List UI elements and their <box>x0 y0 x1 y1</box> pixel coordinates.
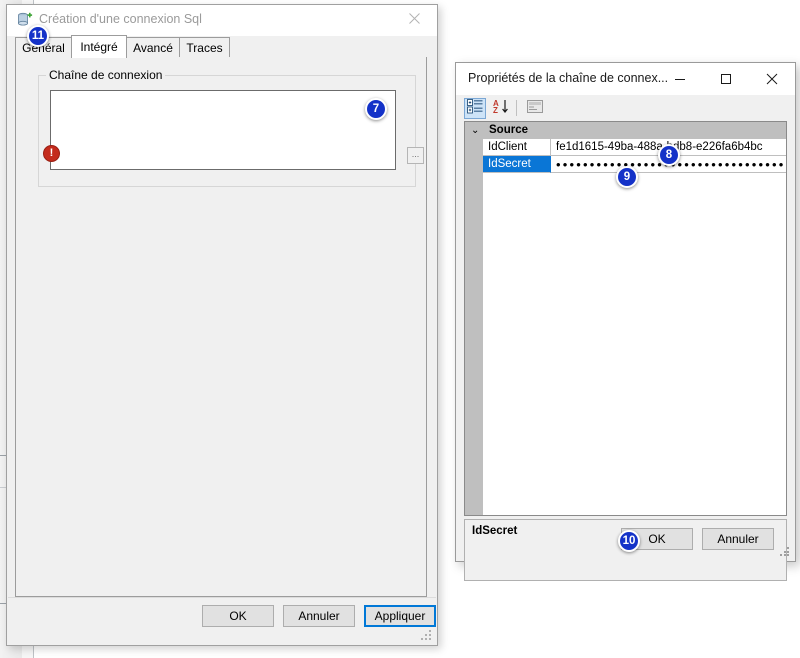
main-dialog-titlebar[interactable]: Création d'une connexion Sql <box>7 5 437 36</box>
property-pages-button[interactable] <box>524 98 546 119</box>
props-dialog-titlebar[interactable]: Propriétés de la chaîne de connex... <box>456 63 795 95</box>
tab-traces-label: Traces <box>186 40 223 55</box>
props-dialog-title: Propriétés de la chaîne de connex... <box>468 71 669 85</box>
toolbar-separator <box>516 100 517 116</box>
property-pages-icon <box>527 99 543 118</box>
main-dialog-close-button[interactable] <box>392 5 437 34</box>
props-minimize-button[interactable] <box>657 63 703 94</box>
tab-avance[interactable]: Avancé <box>126 37 180 57</box>
tab-panel-integre: Chaîne de connexion ! ... <box>15 57 427 597</box>
database-add-icon <box>17 12 33 28</box>
step-badge-9: 9 <box>616 166 638 188</box>
step-badge-7: 7 <box>365 98 387 120</box>
step-badge-8: 8 <box>658 144 680 166</box>
props-dialog-resize-grip[interactable] <box>780 547 790 557</box>
main-dialog-title: Création d'une connexion Sql <box>39 12 202 26</box>
main-footer-divider <box>8 597 436 598</box>
minimize-icon <box>674 73 686 85</box>
svg-text:Z: Z <box>493 106 498 114</box>
main-cancel-button[interactable]: Annuler <box>283 605 355 627</box>
main-apply-button[interactable]: Appliquer <box>364 605 436 627</box>
step-badge-11: 11 <box>27 25 49 47</box>
property-category-label: Source <box>489 124 528 136</box>
props-maximize-button[interactable] <box>703 63 749 94</box>
main-dialog-resize-grip[interactable] <box>421 630 432 641</box>
main-ok-button[interactable]: OK <box>202 605 274 627</box>
error-exclamation-icon: ! <box>43 145 60 162</box>
property-description-title: IdSecret <box>472 525 518 537</box>
props-cancel-button[interactable]: Annuler <box>702 528 774 550</box>
alphabetical-sort-button[interactable]: A Z <box>490 98 512 119</box>
chevron-down-icon[interactable]: ⌄ <box>471 125 479 136</box>
main-dialog-tabstrip: Général Intégré Avancé Traces <box>15 35 429 58</box>
screen-root: Création d'une connexion Sql Général Int… <box>0 0 800 658</box>
categorized-view-icon <box>467 98 483 119</box>
tab-integre[interactable]: Intégré <box>71 35 127 58</box>
connection-string-properties-dialog: Propriétés de la chaîne de connex... A Z… <box>455 62 796 581</box>
connection-string-group-label: Chaîne de connexion <box>46 68 166 82</box>
close-icon <box>766 73 778 85</box>
property-row-idclient[interactable]: IdClient fe1d1615-49ba-488a-bdb8-e226fa6… <box>483 139 786 156</box>
alphabetical-sort-icon: A Z <box>493 99 510 119</box>
props-toolbar: A Z <box>464 97 787 121</box>
tab-traces[interactable]: Traces <box>179 37 230 57</box>
property-name-idsecret: IdSecret <box>483 156 551 173</box>
property-grid-gutter <box>465 139 483 515</box>
connection-string-browse-button[interactable]: ... <box>407 147 424 164</box>
property-category-row[interactable]: ⌄ Source <box>465 122 786 139</box>
maximize-icon <box>720 73 732 85</box>
tab-avance-label: Avancé <box>133 40 173 55</box>
close-icon <box>409 13 420 26</box>
property-name-idclient: IdClient <box>483 139 551 156</box>
categorized-view-button[interactable] <box>464 98 486 119</box>
tab-integre-label: Intégré <box>80 40 118 54</box>
step-badge-10: 10 <box>618 530 640 552</box>
props-close-button[interactable] <box>749 63 795 94</box>
connection-string-input[interactable] <box>50 90 396 170</box>
